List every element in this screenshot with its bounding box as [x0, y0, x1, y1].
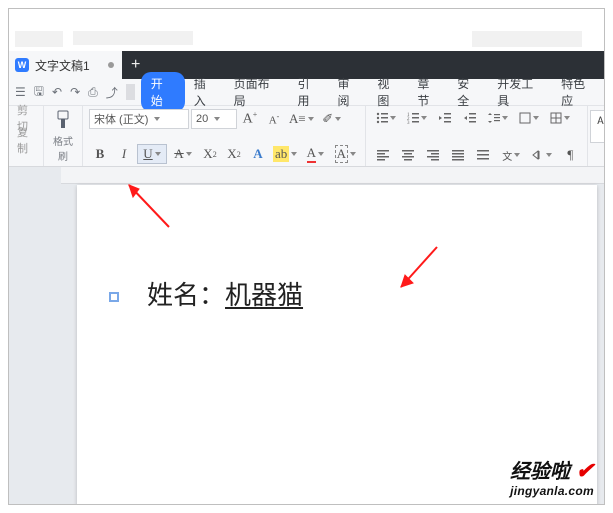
font-color-button[interactable]: A	[301, 145, 329, 163]
unsaved-indicator-icon	[108, 62, 114, 68]
indent-icon	[464, 112, 476, 124]
numbering-icon: 123	[407, 112, 419, 124]
align-center-icon	[402, 149, 414, 161]
style-normal[interactable]: AaBbCcDd 正文	[590, 110, 605, 143]
align-justify-button[interactable]	[447, 146, 469, 164]
italic-button[interactable]: I	[113, 145, 135, 163]
paragraph-mark-icon	[107, 290, 121, 304]
tab-title: 文字文稿1	[35, 57, 90, 74]
change-case-button[interactable]: A≡	[287, 110, 316, 128]
align-distributed-button[interactable]	[472, 146, 494, 164]
superscript-button[interactable]: X2	[199, 145, 221, 163]
text-effects-button[interactable]: A	[247, 145, 269, 163]
doc-label-text: 姓名：	[147, 275, 225, 312]
show-marks-button[interactable]: ¶	[559, 146, 581, 164]
checkmark-icon: ✔	[576, 458, 594, 483]
line-spacing-button[interactable]	[484, 109, 512, 127]
shading-icon	[519, 112, 531, 124]
borders-button[interactable]	[546, 109, 574, 127]
svg-text:3: 3	[407, 121, 410, 124]
align-left-button[interactable]	[372, 146, 394, 164]
annotation-arrow-icon	[389, 239, 449, 299]
print-icon[interactable]: ⎙	[84, 85, 102, 100]
app-window: W 文字文稿1 + ☰ 🖫 ↶ ↷ ⎙ ⤴ 开始 插入 页面布局 引用 审阅 视…	[8, 8, 605, 505]
strike-button[interactable]: A	[169, 145, 197, 163]
bullets-button[interactable]	[372, 109, 400, 127]
shrink-font-button[interactable]: A-	[263, 110, 285, 128]
shading-button[interactable]	[515, 109, 543, 127]
redo-icon[interactable]: ↷	[66, 85, 84, 99]
outdent-icon	[439, 112, 451, 124]
align-right-button[interactable]	[422, 146, 444, 164]
numbering-button[interactable]: 123	[403, 109, 431, 127]
copy-button[interactable]: 复制	[15, 131, 37, 149]
decrease-indent-button[interactable]	[434, 109, 456, 127]
tab-stops-button[interactable]	[528, 146, 556, 164]
format-painter-button[interactable]: 格式刷	[50, 109, 76, 163]
line-spacing-icon	[488, 112, 500, 124]
bold-button[interactable]: B	[89, 145, 111, 163]
paragraph-group: 123 文 ¶	[366, 106, 588, 166]
brush-icon	[52, 109, 74, 131]
increase-indent-button[interactable]	[459, 109, 481, 127]
undo-icon[interactable]: ↶	[48, 85, 66, 99]
highlight-button[interactable]: ab	[271, 145, 299, 163]
underline-button[interactable]: U	[137, 144, 167, 164]
borders-icon	[550, 112, 562, 124]
document-line: 姓名： 机器猫	[107, 275, 567, 312]
grow-font-button[interactable]: A+	[239, 110, 261, 128]
annotation-arrow-icon	[119, 177, 179, 237]
menu-icon[interactable]: ☰	[11, 85, 30, 99]
text-direction-button[interactable]: 文	[497, 146, 525, 164]
document-tab-active[interactable]: W 文字文稿1	[9, 51, 122, 79]
font-name-combo[interactable]: 宋体 (正文)	[89, 109, 189, 129]
styles-group: AaBbCcDd 正文	[588, 106, 605, 166]
clipboard-group-a: 剪切 复制	[9, 106, 44, 166]
font-size-combo[interactable]: 20	[191, 109, 237, 129]
align-justify-icon	[452, 149, 464, 161]
ribbon: 剪切 复制 格式刷 宋体 (正文) 20 A+ A- A≡ ✐ B I	[9, 106, 604, 167]
align-center-button[interactable]	[397, 146, 419, 164]
tabs-icon	[532, 149, 544, 161]
align-distributed-icon	[477, 149, 489, 161]
titlebar-area	[9, 9, 604, 51]
workspace: 姓名： 机器猫	[9, 167, 604, 504]
format-painter-group: 格式刷	[44, 106, 83, 166]
clear-format-button[interactable]: ✐	[318, 110, 346, 128]
menubar: ☰ 🖫 ↶ ↷ ⎙ ⤴ 开始 插入 页面布局 引用 审阅 视图 章节 安全 开发…	[9, 79, 604, 106]
save-icon[interactable]: 🖫	[30, 82, 48, 103]
font-group: 宋体 (正文) 20 A+ A- A≡ ✐ B I U A X2 X2 A ab…	[83, 106, 366, 166]
subscript-button[interactable]: X2	[223, 145, 245, 163]
char-shading-button[interactable]: A	[331, 145, 359, 163]
doc-value-text: 机器猫	[225, 275, 303, 312]
preview-icon[interactable]: ⤴	[102, 84, 122, 101]
align-left-icon	[377, 149, 389, 161]
align-right-icon	[427, 149, 439, 161]
quick-access: ☰ 🖫 ↶ ↷ ⎙ ⤴	[11, 82, 139, 103]
bullets-icon	[376, 112, 388, 124]
word-icon: W	[15, 58, 29, 72]
watermark: 经验啦 ✔ jingyanla.com	[510, 455, 594, 498]
